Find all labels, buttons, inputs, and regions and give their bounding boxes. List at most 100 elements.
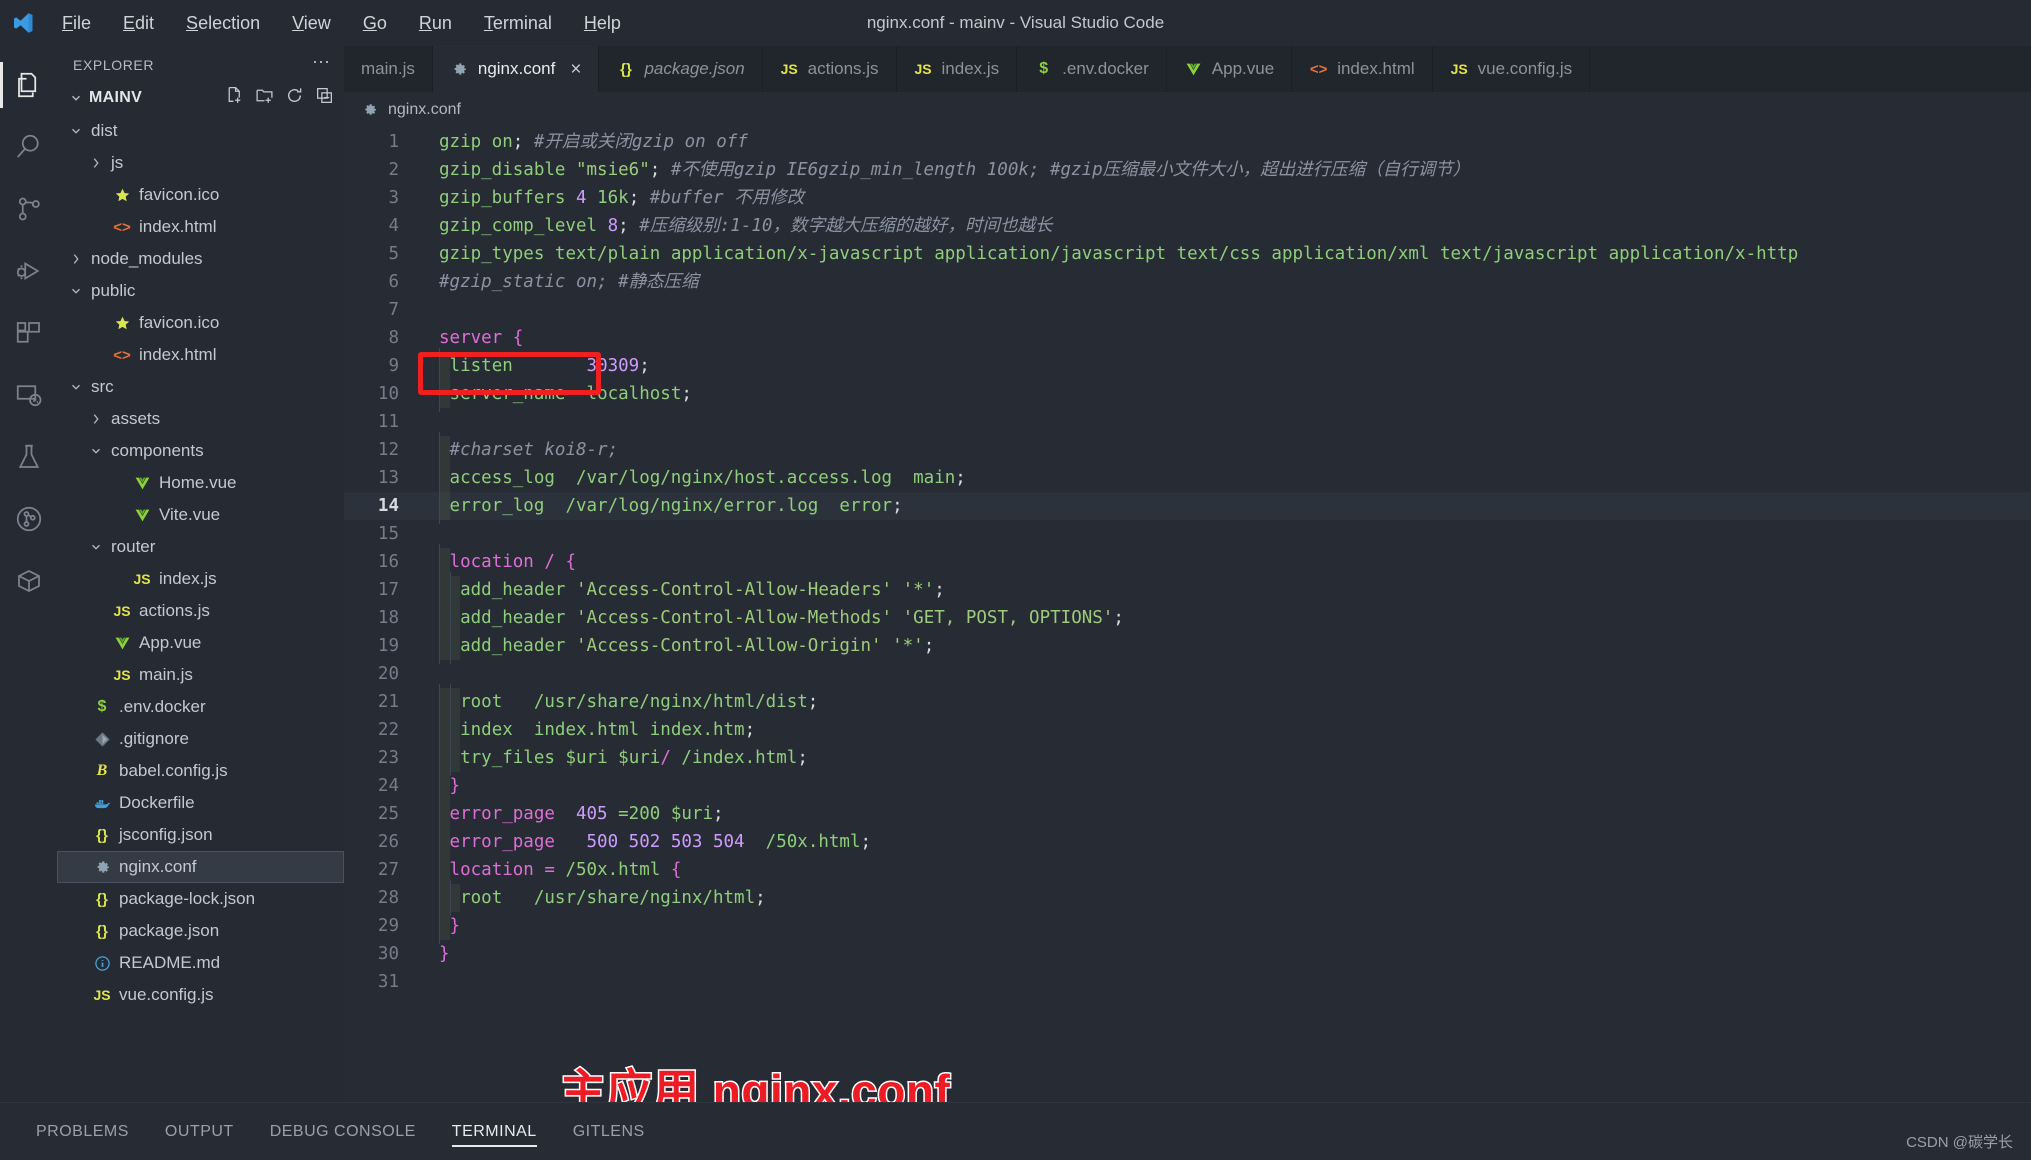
- tree-item-dockerfile[interactable]: Dockerfile: [57, 787, 344, 819]
- search-icon[interactable]: [0, 116, 57, 178]
- refresh-icon[interactable]: [285, 86, 304, 110]
- editor-tab-bar[interactable]: main.js nginx.conf × {} package.json JS action…: [344, 46, 2031, 92]
- tree-item-vue-config-js[interactable]: JS vue.config.js: [57, 979, 344, 1011]
- code-line[interactable]: 8 server {: [344, 324, 2031, 352]
- code-line[interactable]: 13 access_log /var/log/nginx/host.access…: [344, 460, 2031, 496]
- menu-item-file[interactable]: File: [46, 9, 107, 37]
- gitlens-icon[interactable]: [0, 488, 57, 550]
- code-line[interactable]: 17 add_header 'Access-Control-Allow-Head…: [344, 572, 2031, 608]
- tree-item-index-html[interactable]: <> index.html: [57, 211, 344, 243]
- code-line[interactable]: 27 location = /50x.html {: [344, 852, 2031, 888]
- menu-item-run[interactable]: Run: [403, 9, 468, 37]
- menu-item-edit[interactable]: Edit: [107, 9, 170, 37]
- editor-tab-actions-js[interactable]: JS actions.js: [762, 46, 897, 92]
- panel-tab-debug-console[interactable]: DEBUG CONSOLE: [252, 1103, 434, 1160]
- code-line[interactable]: 15: [344, 520, 2031, 548]
- editor-tab-nginx-conf[interactable]: nginx.conf ×: [432, 46, 600, 92]
- file-tree[interactable]: dist js favicon.ico <> index.html node_module…: [57, 113, 344, 1011]
- tree-item-readme-md[interactable]: README.md: [57, 947, 344, 979]
- code-editor[interactable]: 1 gzip on; #开启或关闭gzip on off 2 gzip_disable…: [344, 128, 2031, 1102]
- tree-item-router[interactable]: router: [57, 531, 344, 563]
- chevron-down-icon[interactable]: [67, 122, 85, 140]
- tree-item-public[interactable]: public: [57, 275, 344, 307]
- collapse-all-icon[interactable]: [315, 86, 334, 110]
- code-line[interactable]: 21 root /usr/share/nginx/html/dist;: [344, 684, 2031, 720]
- tree-item-dist[interactable]: dist: [57, 115, 344, 147]
- chevron-down-icon[interactable]: [87, 442, 105, 460]
- remote-explorer-icon[interactable]: [0, 364, 57, 426]
- code-line[interactable]: 7: [344, 296, 2031, 324]
- run-debug-icon[interactable]: [0, 240, 57, 302]
- code-line[interactable]: 25 error_page 405 =200 $uri;: [344, 796, 2031, 832]
- code-line[interactable]: 9 listen 30309;: [344, 348, 2031, 384]
- tree-item-index-html[interactable]: <> index.html: [57, 339, 344, 371]
- code-line[interactable]: 29 }: [344, 908, 2031, 944]
- menu-item-selection[interactable]: Selection: [170, 9, 276, 37]
- workspace-folder-row[interactable]: MAINV: [57, 83, 344, 113]
- code-line[interactable]: 22 index index.html index.htm;: [344, 712, 2031, 748]
- code-line[interactable]: 20: [344, 660, 2031, 688]
- code-line[interactable]: 6 #gzip_static on; #静态压缩: [344, 268, 2031, 296]
- new-file-icon[interactable]: [225, 86, 244, 110]
- panel-tab-terminal[interactable]: TERMINAL: [434, 1103, 555, 1160]
- explorer-icon[interactable]: [0, 54, 57, 116]
- code-line[interactable]: 19 add_header 'Access-Control-Allow-Orig…: [344, 628, 2031, 664]
- code-line[interactable]: 24 }: [344, 768, 2031, 804]
- editor-tab-index-js[interactable]: JS index.js: [896, 46, 1018, 92]
- chevron-down-icon[interactable]: [87, 538, 105, 556]
- menu-item-go[interactable]: Go: [347, 9, 403, 37]
- menu-item-help[interactable]: Help: [568, 9, 637, 37]
- tree-item-assets[interactable]: assets: [57, 403, 344, 435]
- tree-item-vite-vue[interactable]: Vite.vue: [57, 499, 344, 531]
- package-icon[interactable]: [0, 550, 57, 612]
- code-line[interactable]: 23 try_files $uri $uri/ /index.html;: [344, 740, 2031, 776]
- new-folder-icon[interactable]: [255, 86, 274, 110]
- extensions-icon[interactable]: [0, 302, 57, 364]
- code-line[interactable]: 30}: [344, 940, 2031, 968]
- code-line[interactable]: 1 gzip on; #开启或关闭gzip on off: [344, 128, 2031, 156]
- editor-tab-index-html[interactable]: <> index.html: [1292, 46, 1433, 92]
- activity-bar[interactable]: [0, 46, 57, 1102]
- code-line[interactable]: 12 #charset koi8-r;: [344, 432, 2031, 468]
- panel-tab-output[interactable]: OUTPUT: [147, 1103, 252, 1160]
- code-line[interactable]: 3 gzip_buffers 4 16k; #buffer 不用修改: [344, 184, 2031, 212]
- code-line[interactable]: 18 add_header 'Access-Control-Allow-Meth…: [344, 600, 2031, 636]
- menu-bar[interactable]: File Edit Selection View Go Run Terminal Help: [46, 9, 637, 37]
- panel-tab-problems[interactable]: PROBLEMS: [18, 1103, 147, 1160]
- tree-item-jsconfig-json[interactable]: {} jsconfig.json: [57, 819, 344, 851]
- tree-item-favicon-ico[interactable]: favicon.ico: [57, 179, 344, 211]
- code-line[interactable]: 26 error_page 500 502 503 504 /50x.html;: [344, 824, 2031, 860]
- editor-tab-vue-config-js[interactable]: JS vue.config.js: [1432, 46, 1591, 92]
- menu-item-terminal[interactable]: Terminal: [468, 9, 568, 37]
- code-line[interactable]: 31: [344, 968, 2031, 996]
- testing-icon[interactable]: [0, 426, 57, 488]
- tree-item-actions-js[interactable]: JS actions.js: [57, 595, 344, 627]
- tree-item-nginx-conf[interactable]: nginx.conf: [57, 851, 344, 883]
- tree-item-package-json[interactable]: {} package.json: [57, 915, 344, 947]
- breadcrumb[interactable]: nginx.conf: [344, 92, 2031, 128]
- editor-tab-app-vue[interactable]: App.vue: [1166, 46, 1293, 92]
- chevron-down-icon[interactable]: [67, 282, 85, 300]
- chevron-right-icon[interactable]: [87, 410, 105, 428]
- code-line[interactable]: 11: [344, 408, 2031, 436]
- breadcrumb-label[interactable]: nginx.conf: [388, 101, 461, 119]
- tree-item-js[interactable]: js: [57, 147, 344, 179]
- code-line[interactable]: 14 error_log /var/log/nginx/error.log er…: [344, 488, 2031, 524]
- editor-tab-main-js[interactable]: main.js: [344, 46, 433, 92]
- tree-item-favicon-ico[interactable]: favicon.ico: [57, 307, 344, 339]
- tree-item-package-lock-json[interactable]: {} package-lock.json: [57, 883, 344, 915]
- panel-tab-gitlens[interactable]: GITLENS: [555, 1103, 663, 1160]
- tree-item-babel-config-js[interactable]: Bbabel.config.js: [57, 755, 344, 787]
- chevron-right-icon[interactable]: [87, 154, 105, 172]
- source-control-icon[interactable]: [0, 178, 57, 240]
- tree-item--gitignore[interactable]: .gitignore: [57, 723, 344, 755]
- tree-item-node-modules[interactable]: node_modules: [57, 243, 344, 275]
- code-line[interactable]: 5 gzip_types text/plain application/x-jav…: [344, 240, 2031, 268]
- chevron-down-icon[interactable]: [67, 378, 85, 396]
- editor-tab-package-json[interactable]: {} package.json: [599, 46, 763, 92]
- panel-tab-bar[interactable]: PROBLEMS OUTPUT DEBUG CONSOLE TERMINAL GITLE…: [18, 1103, 663, 1160]
- code-line[interactable]: 4 gzip_comp_level 8; #压缩级别:1-10，数字越大压缩的越好…: [344, 212, 2031, 240]
- tree-item-src[interactable]: src: [57, 371, 344, 403]
- chevron-right-icon[interactable]: [67, 250, 85, 268]
- code-line[interactable]: 28 root /usr/share/nginx/html;: [344, 880, 2031, 916]
